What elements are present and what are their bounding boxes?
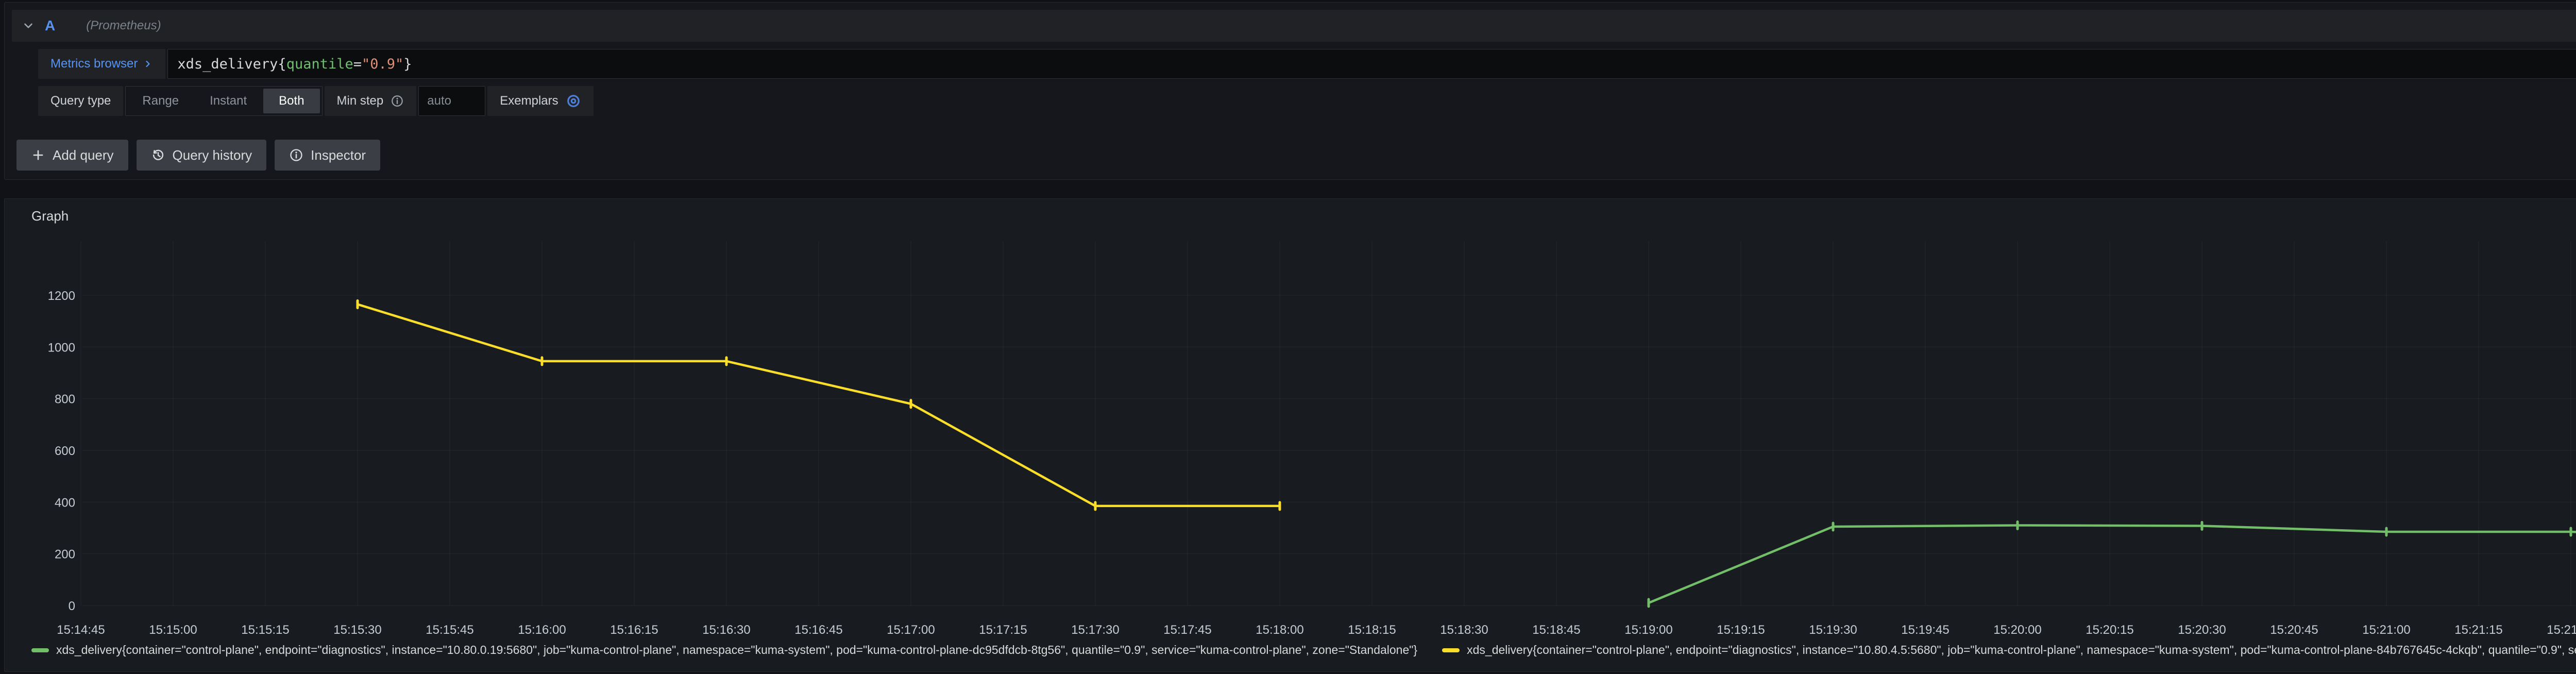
- history-icon: [151, 148, 165, 162]
- query-token-close: }: [403, 56, 412, 72]
- query-history-button[interactable]: Query history: [137, 140, 267, 171]
- angle-right-icon: [143, 59, 153, 69]
- promql-query-input[interactable]: xds_delivery{quantile="0.9"}: [167, 49, 2576, 79]
- min-step-label: Min step: [325, 86, 417, 116]
- metrics-browser-label: Metrics browser: [50, 57, 138, 71]
- legend-label: xds_delivery{container="control-plane", …: [1467, 643, 2576, 657]
- graph-legend: xds_delivery{container="control-plane", …: [31, 643, 2576, 657]
- query-type-option-range[interactable]: Range: [127, 87, 194, 115]
- legend-label: xds_delivery{container="control-plane", …: [56, 643, 1417, 657]
- info-circle-icon: [391, 94, 404, 108]
- inspector-button[interactable]: Inspector: [275, 140, 380, 171]
- legend-item[interactable]: xds_delivery{container="control-plane", …: [1442, 643, 2576, 657]
- min-step-input[interactable]: auto: [418, 86, 485, 116]
- query-editor: A (Prometheus) Metrics browser xds_deliv…: [4, 2, 2576, 180]
- query-token-equals: =: [353, 56, 362, 72]
- legend-item[interactable]: xds_delivery{container="control-plane", …: [31, 643, 1417, 657]
- query-type-label: Query type: [38, 86, 123, 116]
- query-row: Metrics browser xds_delivery{quantile="0…: [38, 49, 2576, 79]
- graph-panel: Graph LinesBarsPointsStacked linesStacke…: [4, 198, 2576, 672]
- query-type-option-both[interactable]: Both: [263, 89, 319, 113]
- query-token-label: quantile: [286, 56, 353, 72]
- chevron-down-icon[interactable]: [12, 19, 45, 32]
- add-query-button[interactable]: Add query: [16, 140, 128, 171]
- query-token-value: "0.9": [362, 56, 403, 72]
- query-options-row: Query type RangeInstantBoth Min step aut…: [38, 86, 594, 116]
- query-token-metric: xds_delivery{: [177, 56, 286, 72]
- query-ref-id: A: [45, 18, 55, 34]
- legend-swatch: [31, 648, 49, 652]
- plus-icon: [31, 148, 45, 162]
- target-icon: [566, 93, 581, 109]
- datasource-name: (Prometheus): [86, 19, 161, 33]
- legend-swatch: [1442, 648, 1460, 652]
- editor-buttons-row: Add query Query history Inspector: [16, 140, 380, 171]
- query-type-segmented: RangeInstantBoth: [125, 86, 322, 116]
- metrics-browser-button[interactable]: Metrics browser: [38, 49, 165, 79]
- query-type-option-instant[interactable]: Instant: [194, 87, 262, 115]
- panel-title: Graph: [31, 208, 69, 224]
- exemplars-toggle[interactable]: Exemplars: [487, 86, 593, 116]
- query-row-header[interactable]: A (Prometheus): [12, 10, 2576, 42]
- info-circle-icon: [289, 148, 303, 162]
